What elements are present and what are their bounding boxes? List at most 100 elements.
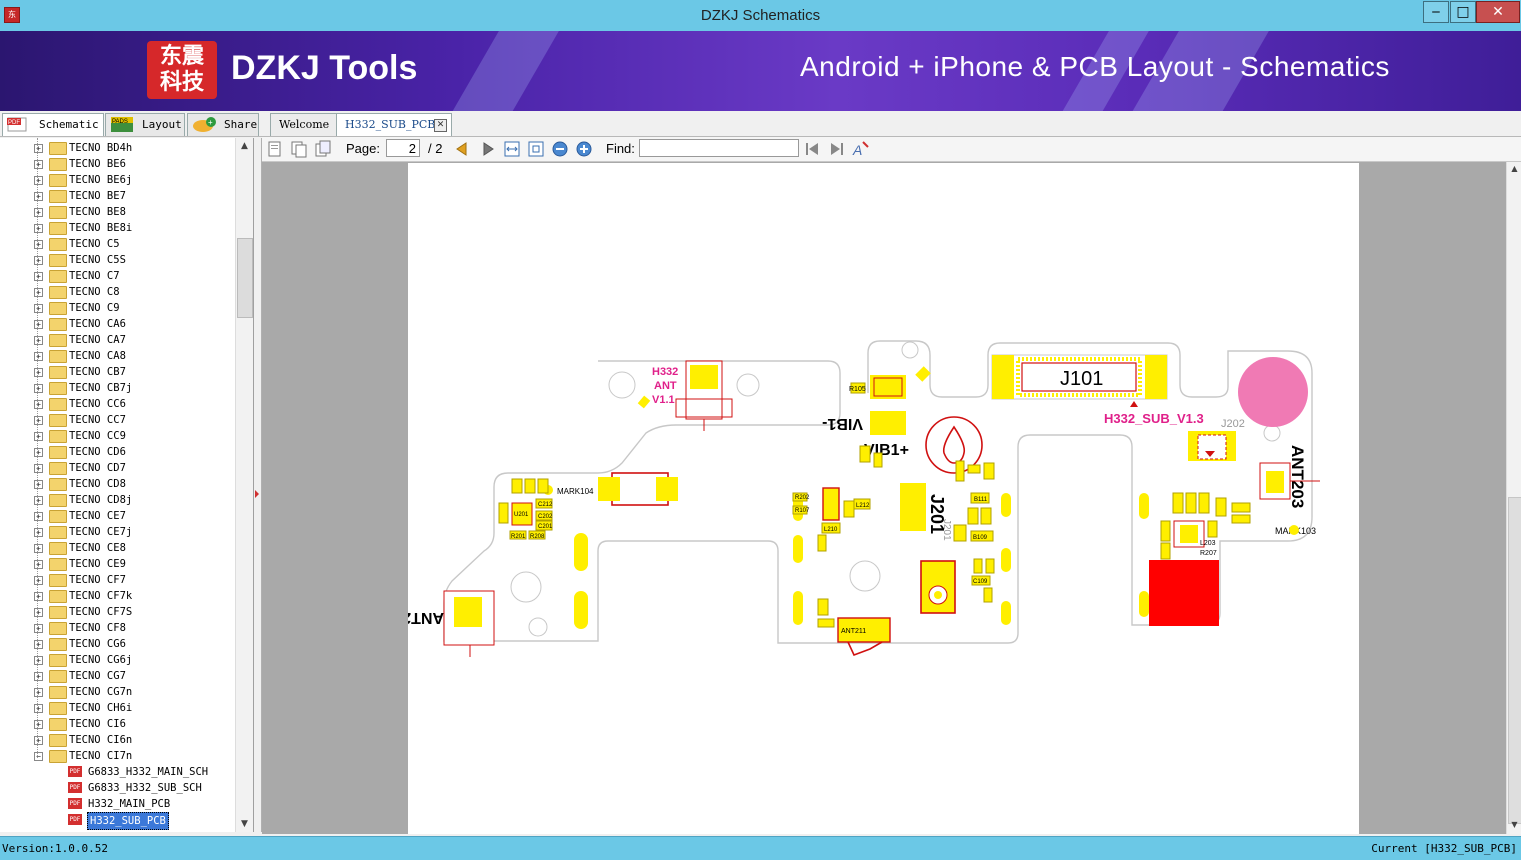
tree-folder[interactable]: + TECNO C8	[0, 284, 236, 300]
tree-folder[interactable]: − TECNO CI7n	[0, 748, 236, 764]
tab-schematic[interactable]: PDF Schematic	[2, 113, 104, 136]
tree-scrollbar[interactable]: ▲ ▼	[235, 138, 253, 832]
tree-folder[interactable]: + TECNO BE6j	[0, 172, 236, 188]
tree-folder[interactable]: + TECNO C5S	[0, 252, 236, 268]
find-prev-icon[interactable]	[803, 140, 821, 158]
tree-folder[interactable]: + TECNO CE7	[0, 508, 236, 524]
expand-icon[interactable]: +	[34, 496, 43, 505]
tree-folder[interactable]: + TECNO BE6	[0, 156, 236, 172]
scroll-up-icon[interactable]: ▲	[236, 138, 253, 154]
find-input[interactable]	[639, 139, 799, 157]
page-number-input[interactable]	[386, 139, 420, 157]
collapse-arrow-icon[interactable]	[255, 490, 259, 498]
expand-icon[interactable]: +	[34, 208, 43, 217]
tab-share[interactable]: + Share	[187, 113, 259, 136]
tree-folder[interactable]: + TECNO CG7n	[0, 684, 236, 700]
expand-icon[interactable]: +	[34, 560, 43, 569]
collapse-icon[interactable]: −	[34, 752, 43, 761]
tree-folder[interactable]: + TECNO CD6	[0, 444, 236, 460]
expand-icon[interactable]: +	[34, 384, 43, 393]
tree-folder[interactable]: + TECNO CF8	[0, 620, 236, 636]
next-page-icon[interactable]	[479, 140, 497, 158]
highlight-text-icon[interactable]: A	[852, 140, 870, 158]
expand-icon[interactable]: +	[34, 464, 43, 473]
scroll-up-icon[interactable]: ▲	[1507, 164, 1521, 178]
expand-icon[interactable]: +	[34, 224, 43, 233]
tree-file[interactable]: PDF H332_MAIN_PCB	[0, 796, 236, 812]
canvas-scrollbar[interactable]: ▲ ▼	[1506, 162, 1521, 834]
expand-icon[interactable]: +	[34, 544, 43, 553]
tab-layout[interactable]: PADS Layout	[105, 113, 185, 136]
tab-welcome[interactable]: Welcome	[270, 113, 338, 136]
document-canvas[interactable]: J101 H332_SUB_V1.3 J202 ANT203 MARK103	[262, 162, 1506, 834]
expand-icon[interactable]: +	[34, 240, 43, 249]
tree-folder[interactable]: + TECNO C9	[0, 300, 236, 316]
expand-icon[interactable]: +	[34, 400, 43, 409]
expand-icon[interactable]: +	[34, 192, 43, 201]
expand-icon[interactable]: +	[34, 640, 43, 649]
canvas-scroll-thumb[interactable]	[1508, 497, 1521, 824]
expand-icon[interactable]: +	[34, 624, 43, 633]
tree-folder[interactable]: + TECNO CG6	[0, 636, 236, 652]
maximize-button[interactable]: □	[1450, 1, 1476, 23]
tree-scroll-thumb[interactable]	[237, 238, 253, 318]
prev-page-icon[interactable]	[453, 140, 471, 158]
expand-icon[interactable]: +	[34, 720, 43, 729]
expand-icon[interactable]: +	[34, 608, 43, 617]
tree-folder[interactable]: + TECNO CA6	[0, 316, 236, 332]
fit-page-icon[interactable]	[527, 140, 545, 158]
tree-folder[interactable]: + TECNO CB7j	[0, 380, 236, 396]
close-button[interactable]: ✕	[1476, 1, 1520, 23]
save-icon[interactable]	[290, 140, 308, 158]
expand-icon[interactable]: +	[34, 416, 43, 425]
expand-icon[interactable]: +	[34, 736, 43, 745]
tree-folder[interactable]: + TECNO CC7	[0, 412, 236, 428]
tree-folder[interactable]: + TECNO CG6j	[0, 652, 236, 668]
expand-icon[interactable]: +	[34, 256, 43, 265]
expand-icon[interactable]: +	[34, 176, 43, 185]
expand-icon[interactable]: +	[34, 336, 43, 345]
expand-icon[interactable]: +	[34, 432, 43, 441]
tree-folder[interactable]: + TECNO CF7k	[0, 588, 236, 604]
tree-folder[interactable]: + TECNO BE8	[0, 204, 236, 220]
tree-folder[interactable]: + TECNO BE7	[0, 188, 236, 204]
expand-icon[interactable]: +	[34, 304, 43, 313]
expand-icon[interactable]: +	[34, 672, 43, 681]
expand-icon[interactable]: +	[34, 704, 43, 713]
tree-folder[interactable]: + TECNO CA8	[0, 348, 236, 364]
tree-folder[interactable]: + TECNO CB7	[0, 364, 236, 380]
copy-icon[interactable]	[314, 140, 332, 158]
expand-icon[interactable]: +	[34, 368, 43, 377]
tree-folder[interactable]: + TECNO CH6i	[0, 700, 236, 716]
open-file-icon[interactable]	[266, 140, 284, 158]
tree-file[interactable]: PDF H332_SUB_PCB	[0, 812, 236, 830]
tree-folder[interactable]: + TECNO CC9	[0, 428, 236, 444]
tree-folder[interactable]: + TECNO CF7S	[0, 604, 236, 620]
expand-icon[interactable]: +	[34, 512, 43, 521]
tree-folder[interactable]: + TECNO CD8	[0, 476, 236, 492]
tree-folder[interactable]: + TECNO CG7	[0, 668, 236, 684]
tree-folder[interactable]: + TECNO CE8	[0, 540, 236, 556]
zoom-out-icon[interactable]	[551, 140, 569, 158]
tree-folder[interactable]: + TECNO CE9	[0, 556, 236, 572]
expand-icon[interactable]: +	[34, 592, 43, 601]
tree-file[interactable]: PDF G6833_H332_MAIN_SCH	[0, 764, 236, 780]
expand-icon[interactable]: +	[34, 272, 43, 281]
tree-folder[interactable]: + TECNO CD7	[0, 460, 236, 476]
expand-icon[interactable]: +	[34, 688, 43, 697]
expand-icon[interactable]: +	[34, 320, 43, 329]
expand-icon[interactable]: +	[34, 448, 43, 457]
expand-icon[interactable]: +	[34, 288, 43, 297]
tree-folder[interactable]: + TECNO CE7j	[0, 524, 236, 540]
expand-icon[interactable]: +	[34, 144, 43, 153]
tree-folder[interactable]: + TECNO C5	[0, 236, 236, 252]
scroll-down-icon[interactable]: ▼	[1507, 820, 1521, 834]
tab-document[interactable]: H332_SUB_PCB ✕	[336, 113, 452, 136]
tree-folder[interactable]: + TECNO CA7	[0, 332, 236, 348]
panel-splitter[interactable]	[254, 138, 262, 832]
tree-folder[interactable]: + TECNO CC6	[0, 396, 236, 412]
tree-folder[interactable]: + TECNO CI6n	[0, 732, 236, 748]
expand-icon[interactable]: +	[34, 352, 43, 361]
expand-icon[interactable]: +	[34, 576, 43, 585]
find-next-icon[interactable]	[828, 140, 846, 158]
